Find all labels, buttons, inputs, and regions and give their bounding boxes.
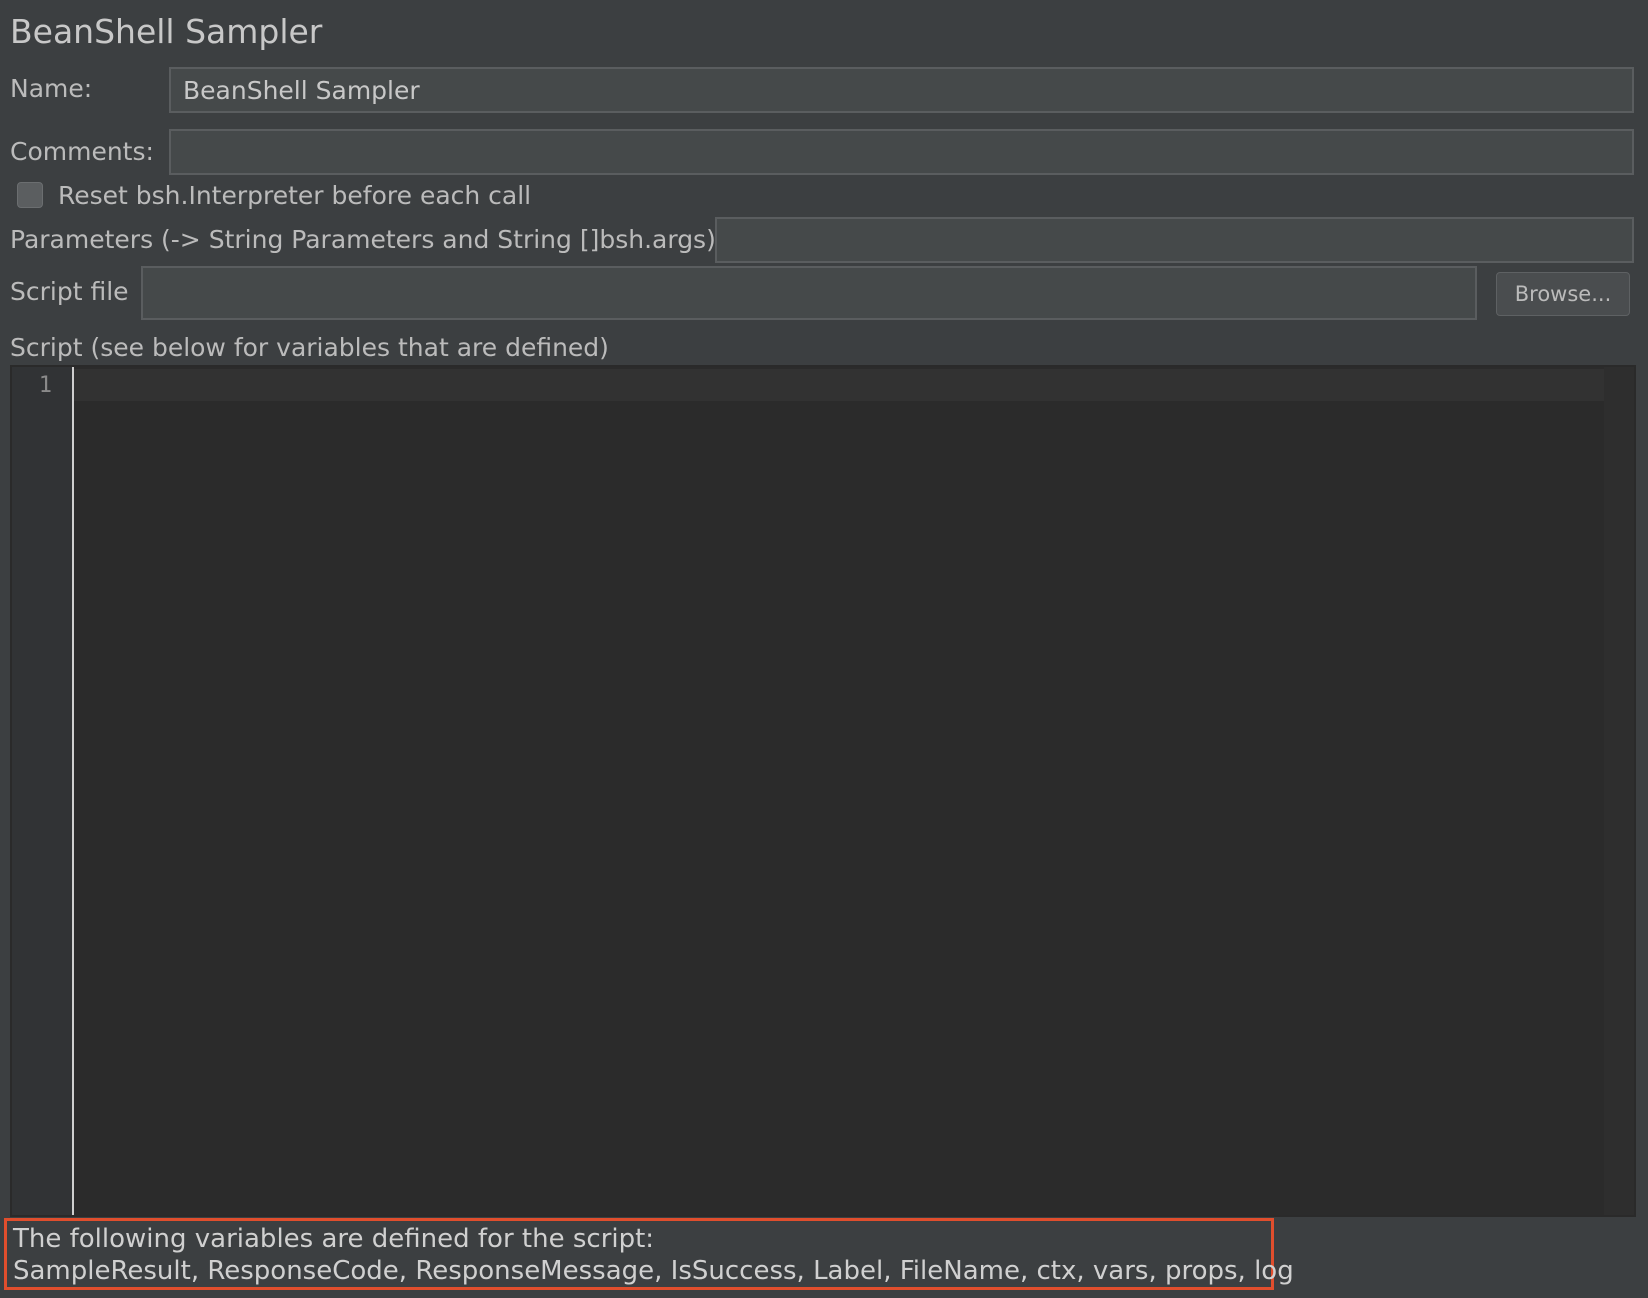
comments-label: Comments:: [10, 137, 154, 166]
beanshell-sampler-panel: BeanShell Sampler Name: Comments: Reset …: [0, 0, 1648, 1298]
current-line-highlight: [74, 369, 1604, 401]
comments-field[interactable]: [169, 129, 1634, 175]
panel-title: BeanShell Sampler: [10, 12, 322, 51]
line-number-gutter: 1: [12, 367, 74, 1215]
script-file-label: Script file: [10, 277, 129, 306]
reset-interpreter-label: Reset bsh.Interpreter before each call: [58, 181, 531, 210]
browse-button[interactable]: Browse...: [1496, 272, 1630, 316]
editor-scrollbar[interactable]: [1604, 367, 1634, 1215]
parameters-label: Parameters (-> String Parameters and Str…: [10, 225, 716, 254]
defined-variables-box: The following variables are defined for …: [4, 1218, 1274, 1290]
script-editor[interactable]: 1: [10, 365, 1636, 1217]
script-label: Script (see below for variables that are…: [10, 333, 609, 362]
parameters-field[interactable]: [715, 217, 1634, 263]
name-label: Name:: [10, 74, 92, 103]
reset-interpreter-checkbox[interactable]: [17, 182, 43, 208]
defined-variables-heading: The following variables are defined for …: [13, 1223, 1265, 1255]
defined-variables-list: SampleResult, ResponseCode, ResponseMess…: [13, 1255, 1265, 1287]
script-file-field[interactable]: [141, 266, 1477, 320]
line-number: 1: [39, 373, 52, 398]
name-field[interactable]: [169, 67, 1634, 113]
